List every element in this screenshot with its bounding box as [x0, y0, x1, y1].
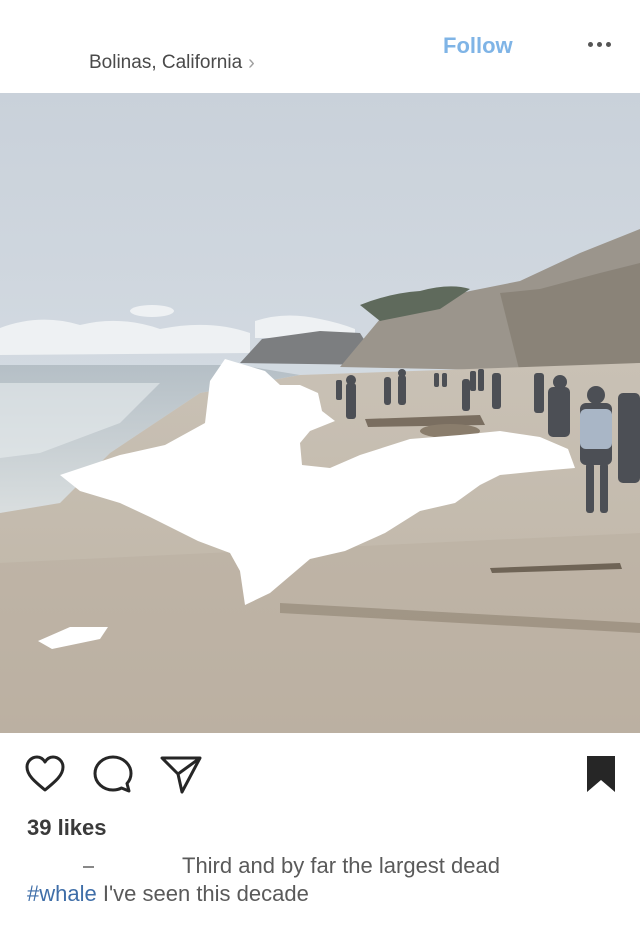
- caption-text: Third and by far the largest dead: [182, 853, 500, 878]
- chevron-right-icon: ›: [248, 52, 255, 74]
- caption-hashtag-link[interactable]: #whale: [27, 881, 97, 906]
- beach-photo: [0, 93, 640, 733]
- post-header: Bolinas, California › Follow: [0, 0, 640, 93]
- heart-icon[interactable]: [24, 754, 66, 794]
- likes-count[interactable]: 39 likes: [27, 815, 107, 841]
- post-caption: Third and by far the largest dead #whale…: [27, 852, 587, 908]
- send-icon[interactable]: [158, 754, 204, 796]
- caption-text-continued: I've seen this decade: [102, 881, 309, 906]
- bookmark-icon[interactable]: [584, 754, 618, 794]
- location-label: Bolinas, California: [89, 52, 243, 73]
- comment-icon[interactable]: [92, 754, 134, 794]
- location-link[interactable]: Bolinas, California ›: [89, 52, 255, 74]
- follow-button[interactable]: Follow: [443, 33, 513, 59]
- more-options-icon[interactable]: [588, 42, 611, 47]
- action-bar: [0, 740, 640, 810]
- post-photo[interactable]: [0, 93, 640, 733]
